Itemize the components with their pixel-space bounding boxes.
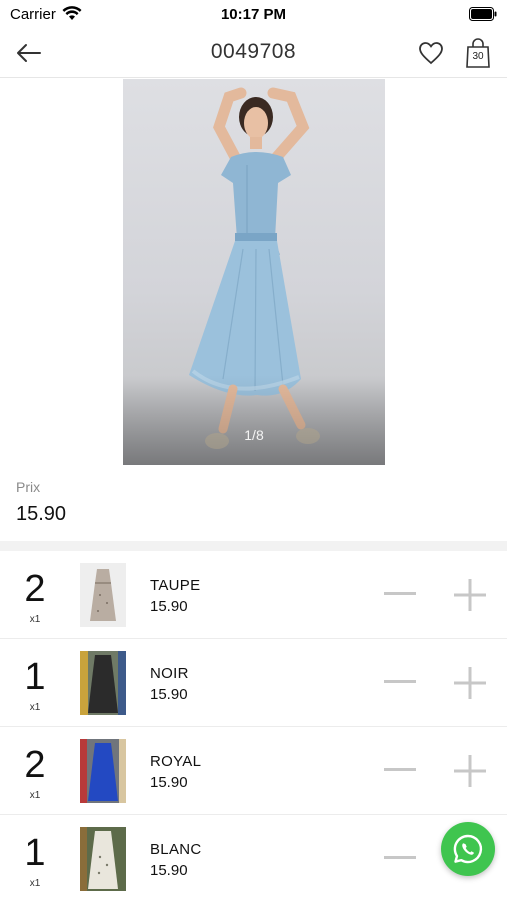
variant-multiplier: x1 [29,878,41,889]
dress-thumbnail-noir [80,651,126,715]
shopping-bag-button[interactable]: 30 [465,37,491,69]
variant-price: 15.90 [150,598,188,615]
variant-price: 15.90 [150,862,188,879]
minus-icon[interactable] [382,667,418,697]
clock: 10:17 PM [220,6,287,23]
product-image-gallery[interactable]: 1/8 [0,79,507,465]
variant-color-name: ROYAL [150,753,202,770]
variant-row: 1 x1 BLANC 15.90 [0,815,507,900]
status-bar: Carrier 10:17 PM [0,0,507,28]
photo-bottom-shadow [123,375,385,465]
variant-row: 2 x1 TAUPE 15.90 [0,551,507,639]
navigation-bar: 0049708 30 [0,28,507,78]
whatsapp-chat-button[interactable] [441,822,495,876]
price-value: 15.90 [16,503,67,525]
variant-thumbnail [80,827,126,891]
variant-thumbnail [80,563,126,627]
plus-icon[interactable] [452,577,488,613]
variant-quantity: 2 [24,568,46,610]
plus-icon[interactable] [452,665,488,701]
price-label: Prix [16,479,41,495]
battery-icon [469,7,497,21]
color-variant-list: 2 x1 TAUPE 15.90 1 x1 NOIR 15.90 2 x1 RO… [0,551,507,900]
variant-price: 15.90 [150,686,188,703]
variant-color-name: NOIR [150,665,189,682]
price-section: Prix 15.90 [0,465,507,541]
variant-quantity: 1 [24,656,46,698]
variant-multiplier: x1 [29,790,41,801]
variant-color-name: TAUPE [150,577,201,594]
variant-price: 15.90 [150,774,188,791]
variant-row: 1 x1 NOIR 15.90 [0,639,507,727]
variant-multiplier: x1 [29,614,41,625]
minus-icon[interactable] [382,755,418,785]
gallery-page-indicator: 1/8 [244,427,264,443]
product-photo[interactable]: 1/8 [123,79,385,465]
variant-color-name: BLANC [150,841,202,858]
dress-thumbnail-blanc [80,827,126,891]
section-divider [0,541,507,551]
whatsapp-icon [453,834,483,864]
cart-count-badge: 30 [472,51,484,62]
variant-quantity: 1 [24,832,46,874]
dress-thumbnail-royal [80,739,126,803]
minus-icon[interactable] [382,579,418,609]
variant-quantity: 2 [24,744,46,786]
variant-row: 2 x1 ROYAL 15.90 [0,727,507,815]
plus-icon[interactable] [452,753,488,789]
variant-thumbnail [80,739,126,803]
minus-icon[interactable] [382,843,418,873]
heart-icon[interactable] [417,39,445,67]
dress-thumbnail-taupe [80,563,126,627]
variant-multiplier: x1 [29,702,41,713]
variant-thumbnail [80,651,126,715]
back-arrow-icon[interactable] [14,40,44,66]
